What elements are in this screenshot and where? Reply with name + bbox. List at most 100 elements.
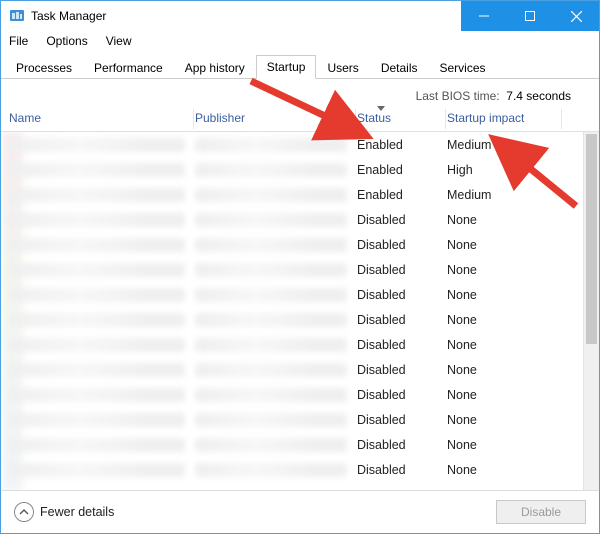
impact-cell: None xyxy=(447,413,547,427)
disable-button[interactable]: Disable xyxy=(496,500,586,524)
tab-services[interactable]: Services xyxy=(429,56,497,79)
impact-cell: None xyxy=(447,313,547,327)
status-cell: Disabled xyxy=(357,313,447,327)
col-status-label: Status xyxy=(357,111,391,125)
blurred-publisher xyxy=(195,313,347,327)
table-row[interactable]: DisabledNone xyxy=(1,457,583,482)
blurred-name xyxy=(9,263,185,277)
status-cell: Disabled xyxy=(357,463,447,477)
table-row[interactable]: DisabledNone xyxy=(1,207,583,232)
blurred-publisher xyxy=(195,163,347,177)
table-row[interactable]: DisabledNone xyxy=(1,257,583,282)
minimize-button[interactable] xyxy=(461,1,507,31)
table-row[interactable]: EnabledMedium xyxy=(1,132,583,157)
blurred-name xyxy=(9,413,185,427)
table-row[interactable]: DisabledNone xyxy=(1,407,583,432)
impact-cell: None xyxy=(447,463,547,477)
tabs: Processes Performance App history Startu… xyxy=(1,55,599,79)
impact-cell: None xyxy=(447,388,547,402)
blurred-publisher xyxy=(195,338,347,352)
bios-label: Last BIOS time: xyxy=(416,89,500,103)
tab-startup[interactable]: Startup xyxy=(256,55,317,79)
blurred-publisher xyxy=(195,463,347,477)
blurred-publisher xyxy=(195,138,347,152)
blurred-name xyxy=(9,188,185,202)
table-row[interactable]: EnabledMedium xyxy=(1,182,583,207)
tab-performance[interactable]: Performance xyxy=(83,56,174,79)
table-row[interactable]: DisabledNone xyxy=(1,382,583,407)
blurred-name xyxy=(9,313,185,327)
col-name[interactable]: Name xyxy=(9,111,195,125)
table-row[interactable]: DisabledNone xyxy=(1,332,583,357)
impact-cell: None xyxy=(447,363,547,377)
impact-cell: None xyxy=(447,338,547,352)
window-controls xyxy=(461,1,599,31)
blurred-name xyxy=(9,238,185,252)
status-cell: Disabled xyxy=(357,388,447,402)
blurred-publisher xyxy=(195,238,347,252)
blurred-publisher xyxy=(195,288,347,302)
blurred-publisher xyxy=(195,363,347,377)
impact-cell: Medium xyxy=(447,138,547,152)
blurred-name xyxy=(9,463,185,477)
tab-details[interactable]: Details xyxy=(370,56,429,79)
menu-options[interactable]: Options xyxy=(44,32,89,50)
status-cell: Disabled xyxy=(357,338,447,352)
impact-cell: None xyxy=(447,213,547,227)
status-cell: Disabled xyxy=(357,263,447,277)
blurred-publisher xyxy=(195,263,347,277)
status-cell: Disabled xyxy=(357,413,447,427)
blurred-name xyxy=(9,338,185,352)
blurred-name xyxy=(9,213,185,227)
window-title: Task Manager xyxy=(31,9,106,23)
bios-value: 7.4 seconds xyxy=(506,89,571,103)
footer: Fewer details Disable xyxy=(2,490,598,532)
col-startup-impact[interactable]: Startup impact xyxy=(447,111,547,125)
impact-cell: None xyxy=(447,288,547,302)
col-status[interactable]: Status xyxy=(357,111,447,125)
menu-file[interactable]: File xyxy=(7,32,30,50)
status-cell: Enabled xyxy=(357,138,447,152)
blurred-publisher xyxy=(195,188,347,202)
table-row[interactable]: DisabledNone xyxy=(1,307,583,332)
col-publisher[interactable]: Publisher xyxy=(195,111,357,125)
close-button[interactable] xyxy=(553,1,599,31)
status-cell: Disabled xyxy=(357,363,447,377)
blurred-publisher xyxy=(195,213,347,227)
table-row[interactable]: EnabledHigh xyxy=(1,157,583,182)
blurred-name xyxy=(9,388,185,402)
tab-users[interactable]: Users xyxy=(316,56,369,79)
impact-cell: None xyxy=(447,438,547,452)
blurred-publisher xyxy=(195,388,347,402)
blurred-name xyxy=(9,438,185,452)
menu-view[interactable]: View xyxy=(104,32,134,50)
fewer-details-button[interactable]: Fewer details xyxy=(14,502,114,522)
blurred-name xyxy=(9,288,185,302)
blurred-publisher xyxy=(195,438,347,452)
impact-cell: High xyxy=(447,163,547,177)
table-row[interactable]: DisabledNone xyxy=(1,232,583,257)
impact-cell: Medium xyxy=(447,188,547,202)
impact-cell: None xyxy=(447,238,547,252)
blurred-name xyxy=(9,163,185,177)
status-cell: Disabled xyxy=(357,238,447,252)
table-row[interactable]: DisabledNone xyxy=(1,282,583,307)
table-row[interactable]: DisabledNone xyxy=(1,432,583,457)
titlebar: Task Manager xyxy=(1,1,599,31)
impact-cell: None xyxy=(447,263,547,277)
scrollbar-thumb[interactable] xyxy=(586,134,597,344)
chevron-up-icon xyxy=(14,502,34,522)
status-cell: Enabled xyxy=(357,188,447,202)
maximize-button[interactable] xyxy=(507,1,553,31)
tab-app-history[interactable]: App history xyxy=(174,56,256,79)
column-headers: Name Publisher Status Startup impact xyxy=(1,107,599,132)
vertical-scrollbar[interactable] xyxy=(583,132,599,492)
tab-processes[interactable]: Processes xyxy=(5,56,83,79)
blurred-name xyxy=(9,363,185,377)
table-row[interactable]: DisabledNone xyxy=(1,357,583,382)
app-icon xyxy=(9,8,25,24)
status-cell: Disabled xyxy=(357,288,447,302)
status-cell: Disabled xyxy=(357,438,447,452)
status-cell: Disabled xyxy=(357,213,447,227)
sort-caret-icon xyxy=(377,106,385,111)
